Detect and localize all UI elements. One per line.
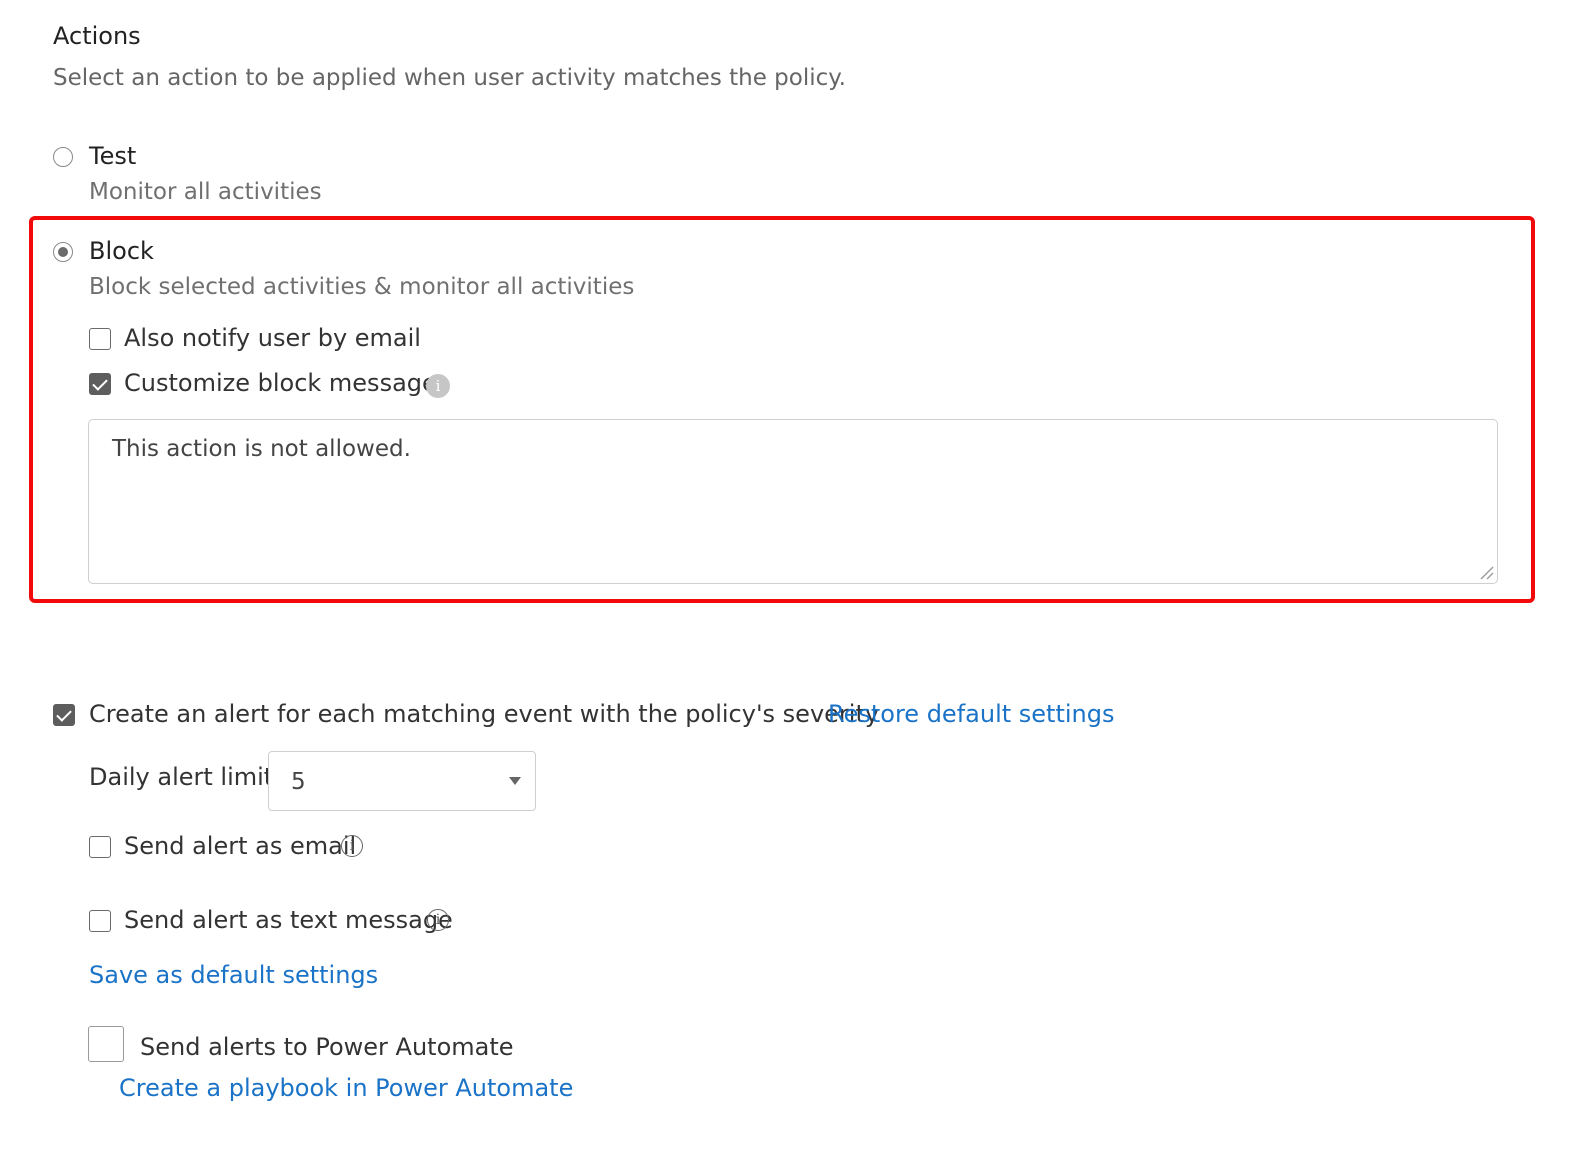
block-option-description: Block selected activities & monitor all …	[89, 274, 635, 300]
power-automate-label[interactable]: Send alerts to Power Automate	[140, 1033, 514, 1061]
block-option-label[interactable]: Block	[89, 237, 154, 265]
daily-alert-limit-label: Daily alert limit	[89, 763, 274, 791]
section-subtitle: Select an action to be applied when user…	[53, 65, 846, 91]
send-text-label[interactable]: Send alert as text message	[124, 906, 453, 934]
chevron-down-icon	[509, 777, 521, 785]
notify-email-label[interactable]: Also notify user by email	[124, 324, 421, 352]
customize-message-label[interactable]: Customize block message	[124, 369, 437, 397]
text-info-icon[interactable]: i	[427, 909, 449, 931]
customize-message-checkbox[interactable]	[89, 373, 111, 395]
section-title: Actions	[53, 22, 141, 50]
email-info-icon[interactable]: i	[341, 835, 363, 857]
test-radio[interactable]	[53, 147, 73, 167]
save-default-link[interactable]: Save as default settings	[89, 961, 378, 989]
resize-grip-icon[interactable]	[1478, 564, 1494, 580]
block-message-value: This action is not allowed.	[112, 436, 411, 462]
daily-alert-limit-select[interactable]: 5	[268, 751, 536, 811]
send-email-label[interactable]: Send alert as email	[124, 832, 356, 860]
send-email-checkbox[interactable]	[89, 836, 111, 858]
test-option-description: Monitor all activities	[89, 179, 322, 205]
power-automate-checkbox[interactable]	[88, 1026, 124, 1062]
daily-alert-limit-value: 5	[291, 769, 306, 795]
notify-email-checkbox[interactable]	[89, 328, 111, 350]
playbook-link[interactable]: Create a playbook in Power Automate	[119, 1074, 573, 1102]
send-text-checkbox[interactable]	[89, 910, 111, 932]
restore-default-link[interactable]: Restore default settings	[828, 700, 1114, 728]
create-alert-label[interactable]: Create an alert for each matching event …	[89, 700, 879, 728]
info-icon[interactable]: i	[426, 374, 450, 398]
create-alert-checkbox[interactable]	[53, 704, 75, 726]
block-radio[interactable]	[53, 242, 73, 262]
block-message-textarea[interactable]: This action is not allowed.	[88, 419, 1498, 584]
test-option-label[interactable]: Test	[89, 142, 136, 170]
